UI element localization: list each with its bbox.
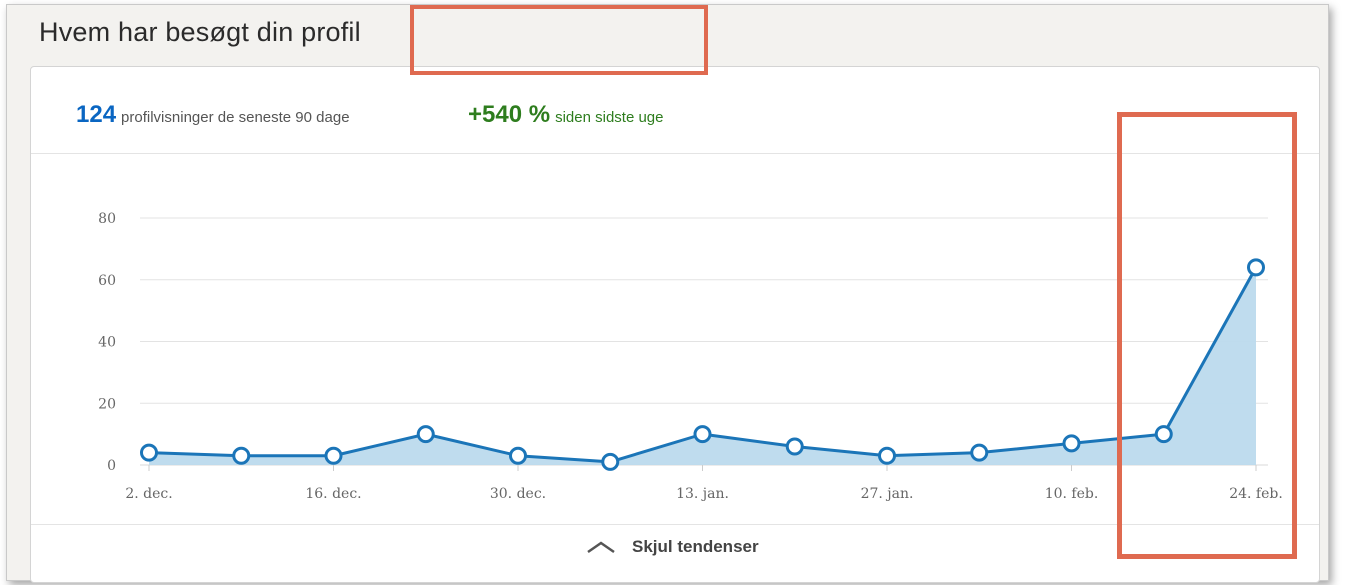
x-tick-label: 10. feb. — [1045, 486, 1099, 502]
x-tick-label: 16. dec. — [305, 486, 361, 502]
data-point[interactable] — [970, 443, 989, 462]
data-point[interactable] — [140, 443, 158, 462]
y-axis-ticks: 0 20 40 60 80 — [98, 211, 116, 474]
x-tick-label: 13. jan. — [676, 486, 729, 502]
y-tick-label: 60 — [98, 273, 116, 289]
views-chart: 0 20 40 60 80 2. dec. 16. dec. 30. dec. 13. jan… — [98, 211, 1283, 502]
x-tick-label: 2. dec. — [125, 486, 172, 502]
data-point[interactable] — [785, 437, 804, 456]
data-point[interactable] — [878, 446, 896, 465]
x-tick-label: 27. jan. — [861, 486, 914, 502]
data-point[interactable] — [1247, 258, 1265, 277]
data-point[interactable] — [232, 446, 251, 465]
x-tick-label: 30. dec. — [490, 486, 546, 502]
x-tick-label: 24. feb. — [1229, 486, 1283, 502]
y-tick-label: 20 — [98, 396, 116, 412]
y-tick-label: 80 — [98, 211, 116, 227]
x-axis-ticks: 2. dec. 16. dec. 30. dec. 13. jan. 27. jan. 1… — [125, 465, 1283, 502]
data-points — [140, 258, 1265, 471]
data-point[interactable] — [1154, 425, 1173, 444]
data-point[interactable] — [416, 425, 435, 444]
data-point[interactable] — [324, 446, 343, 465]
data-point[interactable] — [509, 446, 527, 465]
data-point[interactable] — [693, 425, 712, 444]
y-tick-label: 0 — [107, 458, 116, 474]
data-point[interactable] — [1062, 434, 1081, 453]
y-tick-label: 40 — [98, 335, 116, 351]
data-point[interactable] — [601, 452, 620, 471]
